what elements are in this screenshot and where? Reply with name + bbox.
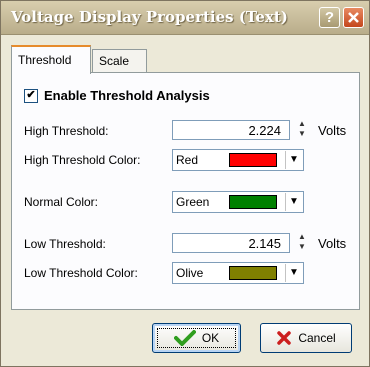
chevron-down-icon[interactable]: ▼: [285, 151, 302, 169]
question-mark-icon: ?: [324, 9, 335, 26]
normal-color-label: Normal Color:: [24, 195, 99, 209]
spin-down-icon[interactable]: ▼: [294, 129, 310, 139]
tab-scale[interactable]: Scale: [92, 49, 147, 73]
enable-threshold-checkbox[interactable]: ✔: [24, 89, 38, 103]
chevron-down-icon[interactable]: ▼: [285, 193, 302, 211]
checkmark-glyph: ✔: [26, 89, 36, 101]
low-threshold-color-label: Low Threshold Color:: [24, 266, 138, 280]
threshold-panel: ✔ Enable Threshold Analysis High Thresho…: [11, 72, 360, 310]
window-title: Voltage Display Properties (Text): [11, 8, 288, 26]
high-color-name: Red: [176, 153, 199, 167]
cancel-button[interactable]: Cancel: [260, 323, 352, 353]
cancel-label: Cancel: [298, 331, 336, 345]
high-threshold-spinner[interactable]: ▲ ▼: [294, 119, 310, 141]
normal-color-name: Green: [176, 195, 210, 209]
high-color-swatch: [229, 153, 277, 167]
high-threshold-color-label: High Threshold Color:: [24, 153, 141, 167]
normal-color-select[interactable]: Green ▼: [172, 191, 304, 213]
low-threshold-spinner[interactable]: ▲ ▼: [294, 232, 310, 254]
high-threshold-input[interactable]: 2.224: [172, 120, 290, 140]
high-threshold-unit: Volts: [318, 123, 347, 138]
title-bar[interactable]: Voltage Display Properties (Text) ?: [1, 1, 369, 35]
chevron-down-icon[interactable]: ▼: [285, 264, 302, 282]
ok-label: OK: [201, 331, 220, 345]
x-icon: [277, 331, 292, 345]
low-threshold-unit: Volts: [318, 236, 347, 251]
high-threshold-label: High Threshold:: [24, 124, 109, 138]
dialog-window: Voltage Display Properties (Text) ? Thre…: [0, 0, 370, 367]
enable-threshold-label[interactable]: Enable Threshold Analysis: [44, 88, 210, 103]
low-color-swatch: [229, 266, 277, 280]
high-threshold-color-select[interactable]: Red ▼: [172, 149, 304, 171]
spin-down-icon[interactable]: ▼: [294, 242, 310, 252]
spin-up-icon[interactable]: ▲: [294, 119, 310, 129]
focus-ring: [157, 328, 236, 348]
spin-up-icon[interactable]: ▲: [294, 232, 310, 242]
help-button[interactable]: ?: [319, 7, 340, 28]
normal-color-swatch: [229, 195, 277, 209]
low-threshold-input[interactable]: 2.145: [172, 233, 290, 253]
close-button[interactable]: [343, 7, 364, 28]
ok-button[interactable]: OK: [152, 323, 241, 353]
tab-threshold-label: Threshold: [18, 53, 72, 67]
low-color-name: Olive: [176, 266, 204, 280]
low-threshold-label: Low Threshold:: [24, 237, 106, 251]
tab-threshold[interactable]: Threshold: [11, 45, 91, 74]
tab-scale-label: Scale: [99, 54, 130, 68]
checkmark-icon: [173, 330, 196, 346]
close-icon: [348, 12, 359, 23]
low-threshold-color-select[interactable]: Olive ▼: [172, 262, 304, 284]
